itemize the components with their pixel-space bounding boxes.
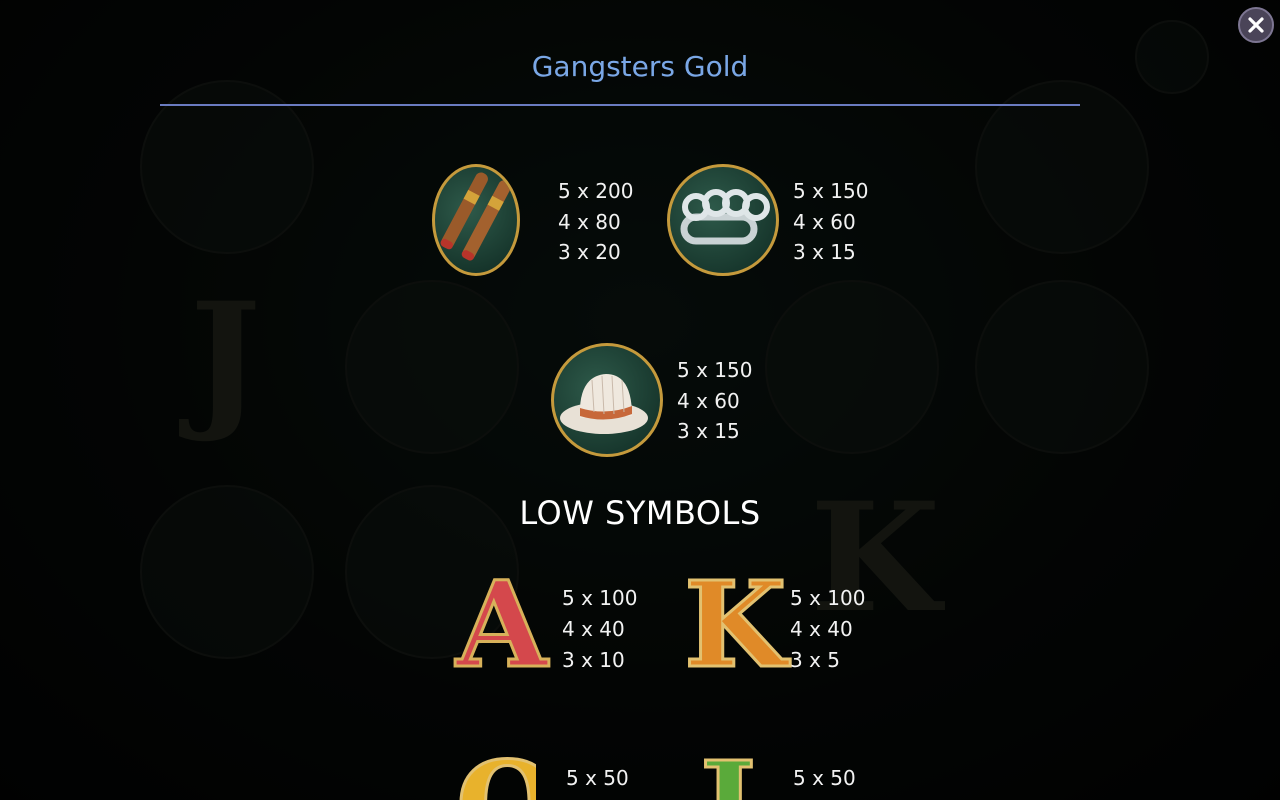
paytable-title: Gangsters Gold (531, 50, 749, 83)
payout-5: 5 x 200 (558, 179, 634, 203)
payout-5: 5 x 100 (790, 586, 866, 610)
payout-3: 3 x 5 (790, 648, 840, 672)
payout-4: 4 x 40 (562, 617, 625, 641)
payout-3: 3 x 15 (793, 240, 856, 264)
fedora-hat-icon (551, 343, 663, 457)
brass-knuckles-icon (667, 164, 779, 276)
close-icon (1248, 17, 1264, 33)
payout-4: 4 x 80 (558, 210, 621, 234)
letter-a-icon: A (455, 555, 550, 694)
letter-q-icon: Q (456, 746, 536, 800)
payout-4: 4 x 60 (677, 389, 740, 413)
payout-4: 4 x 60 (793, 210, 856, 234)
payout-3: 3 x 20 (558, 240, 621, 264)
paytable-entry-cigars: 5 x 200 4 x 80 3 x 20 (432, 164, 633, 276)
letter-k-icon: K (683, 555, 789, 694)
letter-j-icon: J (700, 746, 760, 800)
paytable-entry-fedora: 5 x 150 4 x 60 3 x 15 (551, 343, 752, 457)
payout-3: 3 x 15 (677, 419, 740, 443)
payout-5: 5 x 50 (566, 766, 629, 790)
payout-5: 5 x 150 (793, 179, 869, 203)
paytable-entry-brass-knuckles: 5 x 150 4 x 60 3 x 15 (667, 164, 868, 276)
payout-5: 5 x 50 (793, 766, 856, 790)
low-symbols-heading: LOW SYMBOLS (519, 494, 761, 532)
payout-5: 5 x 100 (562, 586, 638, 610)
close-button[interactable] (1238, 7, 1274, 43)
payout-4: 4 x 40 (790, 617, 853, 641)
cigars-icon (432, 164, 520, 276)
payout-5: 5 x 150 (677, 358, 753, 382)
payout-3: 3 x 10 (562, 648, 625, 672)
title-divider (160, 104, 1080, 106)
